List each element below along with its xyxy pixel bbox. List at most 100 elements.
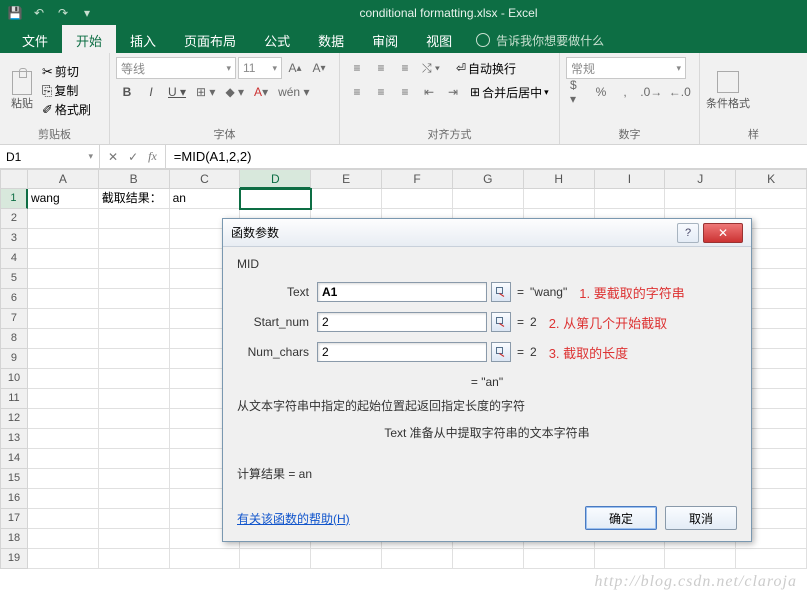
cell-B17[interactable] <box>99 509 170 529</box>
col-header-A[interactable]: A <box>28 169 99 189</box>
paste-button[interactable]: 粘贴 <box>6 71 38 111</box>
cell-B11[interactable] <box>99 389 170 409</box>
fx-icon[interactable]: fx <box>148 149 157 164</box>
currency-button[interactable]: $ ▾ <box>566 81 588 103</box>
tab-review[interactable]: 审阅 <box>358 25 412 53</box>
orientation-button[interactable]: ⤭ ▾ <box>418 57 444 79</box>
tab-layout[interactable]: 页面布局 <box>170 25 250 53</box>
cell-K19[interactable] <box>736 549 807 569</box>
enter-formula-icon[interactable]: ✓ <box>128 150 138 164</box>
range-selector-button[interactable] <box>491 282 511 302</box>
col-header-G[interactable]: G <box>453 169 524 189</box>
font-name-select[interactable]: 等线▾ <box>116 57 236 79</box>
cell-B7[interactable] <box>99 309 170 329</box>
col-header-I[interactable]: I <box>595 169 666 189</box>
cell-B8[interactable] <box>99 329 170 349</box>
decrease-font-button[interactable]: A▾ <box>308 57 330 79</box>
row-header-13[interactable]: 13 <box>0 429 28 449</box>
row-header-6[interactable]: 6 <box>0 289 28 309</box>
cell-H1[interactable] <box>524 189 595 209</box>
cell-F19[interactable] <box>382 549 453 569</box>
align-right-button[interactable]: ≡ <box>394 81 416 103</box>
cell-B18[interactable] <box>99 529 170 549</box>
wrap-text-button[interactable]: ⏎自动换行 <box>456 60 516 77</box>
cell-I19[interactable] <box>595 549 666 569</box>
cell-A17[interactable] <box>28 509 99 529</box>
cell-G19[interactable] <box>453 549 524 569</box>
row-header-5[interactable]: 5 <box>0 269 28 289</box>
cell-A10[interactable] <box>28 369 99 389</box>
cell-A4[interactable] <box>28 249 99 269</box>
row-header-18[interactable]: 18 <box>0 529 28 549</box>
row-header-14[interactable]: 14 <box>0 449 28 469</box>
cell-B10[interactable] <box>99 369 170 389</box>
dialog-help-button[interactable]: ? <box>677 223 699 243</box>
row-header-3[interactable]: 3 <box>0 229 28 249</box>
cell-A19[interactable] <box>28 549 99 569</box>
cancel-button[interactable]: 取消 <box>665 506 737 530</box>
fill-color-button[interactable]: ◆ ▾ <box>221 81 248 103</box>
tab-insert[interactable]: 插入 <box>116 25 170 53</box>
conditional-format-button[interactable]: 条件格式 <box>706 71 750 111</box>
align-bottom-button[interactable]: ≡ <box>394 57 416 79</box>
format-painter-button[interactable]: 格式刷 <box>42 101 91 118</box>
cell-A15[interactable] <box>28 469 99 489</box>
param-input-Text[interactable] <box>317 282 487 302</box>
cell-D19[interactable] <box>240 549 311 569</box>
italic-button[interactable]: I <box>140 81 162 103</box>
tell-me[interactable]: 告诉我你想要做什么 <box>476 25 604 53</box>
cell-B5[interactable] <box>99 269 170 289</box>
row-header-12[interactable]: 12 <box>0 409 28 429</box>
function-help-link[interactable]: 有关该函数的帮助(H) <box>237 510 350 527</box>
cell-C1[interactable]: an <box>170 189 241 209</box>
cell-C19[interactable] <box>170 549 241 569</box>
save-icon[interactable]: 💾 <box>6 4 24 22</box>
range-selector-button[interactable] <box>491 312 511 332</box>
row-header-9[interactable]: 9 <box>0 349 28 369</box>
align-top-button[interactable]: ≡ <box>346 57 368 79</box>
row-header-15[interactable]: 15 <box>0 469 28 489</box>
cell-B16[interactable] <box>99 489 170 509</box>
cell-B6[interactable] <box>99 289 170 309</box>
tab-view[interactable]: 视图 <box>412 25 466 53</box>
percent-button[interactable]: % <box>590 81 612 103</box>
range-selector-button[interactable] <box>491 342 511 362</box>
cell-K1[interactable] <box>736 189 807 209</box>
ok-button[interactable]: 确定 <box>585 506 657 530</box>
cell-A5[interactable] <box>28 269 99 289</box>
bold-button[interactable]: B <box>116 81 138 103</box>
cut-button[interactable]: 剪切 <box>42 63 91 80</box>
tab-home[interactable]: 开始 <box>62 25 116 53</box>
dialog-titlebar[interactable]: 函数参数 ? ✕ <box>223 219 751 247</box>
select-all-corner[interactable] <box>0 169 28 189</box>
cell-B9[interactable] <box>99 349 170 369</box>
cell-A11[interactable] <box>28 389 99 409</box>
cell-B13[interactable] <box>99 429 170 449</box>
cell-A1[interactable]: wang <box>28 189 99 209</box>
cell-B12[interactable] <box>99 409 170 429</box>
col-header-J[interactable]: J <box>665 169 736 189</box>
row-header-11[interactable]: 11 <box>0 389 28 409</box>
param-input-Num_chars[interactable] <box>317 342 487 362</box>
align-left-button[interactable]: ≡ <box>346 81 368 103</box>
cell-A7[interactable] <box>28 309 99 329</box>
cell-B1[interactable]: 截取结果： <box>99 189 170 209</box>
increase-font-button[interactable]: A▴ <box>284 57 306 79</box>
name-box[interactable]: D1▾ <box>0 145 100 168</box>
cell-A3[interactable] <box>28 229 99 249</box>
cell-A14[interactable] <box>28 449 99 469</box>
cell-A8[interactable] <box>28 329 99 349</box>
cell-E19[interactable] <box>311 549 382 569</box>
cell-B14[interactable] <box>99 449 170 469</box>
merge-button[interactable]: ⊞合并后居中▾ <box>470 84 549 101</box>
cancel-formula-icon[interactable]: ✕ <box>108 150 118 164</box>
increase-decimal-button[interactable]: .0→ <box>638 81 665 103</box>
copy-button[interactable]: 复制 <box>42 82 91 99</box>
number-format-select[interactable]: 常规▾ <box>566 57 686 79</box>
cell-F1[interactable] <box>382 189 453 209</box>
qat-customize-icon[interactable]: ▾ <box>78 4 96 22</box>
cell-A16[interactable] <box>28 489 99 509</box>
increase-indent-button[interactable]: ⇥ <box>442 81 464 103</box>
row-header-7[interactable]: 7 <box>0 309 28 329</box>
formula-input[interactable]: =MID(A1,2,2) <box>166 145 807 168</box>
